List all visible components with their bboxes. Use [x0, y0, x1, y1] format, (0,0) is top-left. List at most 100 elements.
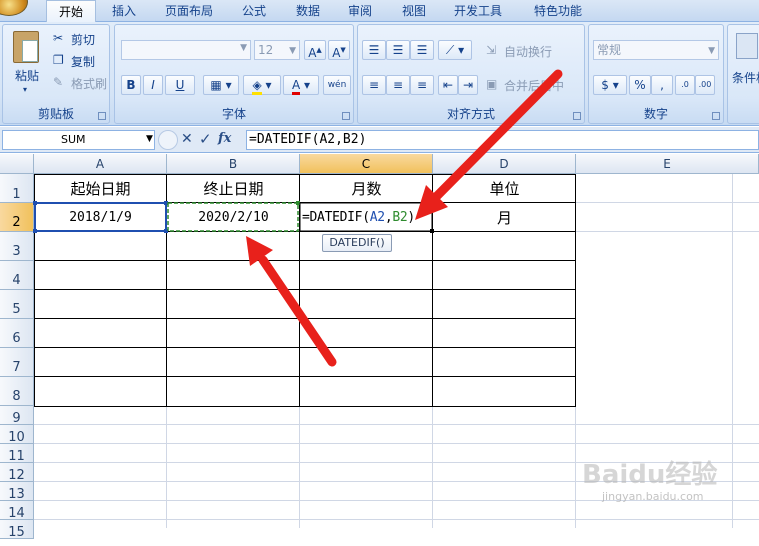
row-header-12[interactable]: 12 — [0, 463, 34, 483]
tab-special[interactable]: 特色功能 — [522, 0, 594, 22]
tab-developer[interactable]: 开发工具 — [443, 0, 513, 22]
function-tooltip[interactable]: DATEDIF() — [322, 234, 392, 252]
shrink-font-button[interactable]: A▼ — [328, 40, 350, 60]
paste-button[interactable]: 粘贴 — [15, 67, 39, 84]
copy-icon: ❐ — [53, 53, 64, 67]
select-all-corner[interactable] — [0, 154, 34, 174]
watermark-brand: Baidu经验 — [582, 460, 718, 490]
row-header-2[interactable]: 2 — [0, 203, 34, 232]
borders-button[interactable]: ▦ ▾ — [203, 75, 239, 95]
tab-page-layout[interactable]: 页面布局 — [152, 0, 226, 22]
row-header-4[interactable]: 4 — [0, 261, 34, 290]
font-size-select[interactable]: 12 ▼ — [254, 40, 300, 60]
name-box[interactable]: SUM — [2, 130, 155, 150]
insert-function-icon[interactable]: fx — [218, 131, 231, 146]
alignment-launcher-icon[interactable] — [573, 112, 581, 120]
paste-icon — [13, 31, 39, 63]
column-header-d[interactable]: D — [433, 154, 576, 174]
cancel-icon[interactable]: ✕ — [181, 131, 193, 147]
orientation-button[interactable]: ⟋ ▾ — [438, 40, 472, 60]
italic-button[interactable]: I — [143, 75, 163, 95]
increase-indent-button[interactable]: ⇥ — [458, 75, 478, 95]
align-right-button[interactable]: ≡ — [410, 75, 434, 95]
tab-review[interactable]: 审阅 — [336, 0, 384, 22]
row-header-11[interactable]: 11 — [0, 444, 34, 464]
paste-dropdown-icon[interactable]: ▾ — [23, 85, 27, 94]
row-header-14[interactable]: 14 — [0, 501, 34, 521]
cell-a2[interactable]: 2018/1/9 — [34, 205, 167, 231]
align-bottom-button[interactable]: ☰ — [410, 40, 434, 60]
number-format-select[interactable]: 常规 ▼ — [593, 40, 719, 60]
font-group: ▼ 12 ▼ A▲ A▼ B I U ▦ ▾ ◈ ▾ A ▾ wén 字体 — [114, 24, 354, 124]
fill-color-button[interactable]: ◈ ▾ — [243, 75, 281, 95]
cell-d1[interactable]: 单位 — [433, 176, 576, 202]
cell-a1[interactable]: 起始日期 — [34, 176, 167, 202]
grow-font-button[interactable]: A▲ — [304, 40, 326, 60]
cut-button[interactable]: 剪切 — [71, 31, 95, 48]
row-header-8[interactable]: 8 — [0, 377, 34, 406]
row-header-15[interactable]: 15 — [0, 520, 34, 540]
decrease-decimal-button[interactable]: .00 — [695, 75, 715, 95]
align-center-button[interactable]: ≡ — [386, 75, 410, 95]
row-header-7[interactable]: 7 — [0, 348, 34, 377]
format-painter-button[interactable]: 格式刷 — [71, 75, 107, 92]
wrap-text-button[interactable]: 自动换行 — [504, 43, 552, 60]
font-color-icon: A — [291, 78, 301, 95]
number-format-value: 常规 — [597, 43, 622, 57]
cell-c1[interactable]: 月数 — [300, 176, 433, 202]
currency-button[interactable]: $ ▾ — [593, 75, 627, 95]
column-header-a[interactable]: A — [34, 154, 167, 174]
decrease-indent-button[interactable]: ⇤ — [438, 75, 458, 95]
row-header-9[interactable]: 9 — [0, 406, 34, 426]
column-header-e[interactable]: E — [576, 154, 759, 174]
row-header-6[interactable]: 6 — [0, 319, 34, 348]
office-button[interactable] — [0, 0, 28, 16]
align-top-button[interactable]: ☰ — [362, 40, 386, 60]
cell-b2[interactable]: 2020/2/10 — [167, 205, 300, 231]
row-header-10[interactable]: 10 — [0, 425, 34, 445]
align-left-button[interactable]: ≡ — [362, 75, 386, 95]
column-header-b[interactable]: B — [167, 154, 300, 174]
comma-button[interactable]: , — [651, 75, 673, 95]
fill-color-icon: ◈ — [252, 78, 262, 95]
clipboard-launcher-icon[interactable] — [98, 112, 106, 120]
row-header-1[interactable]: 1 — [0, 174, 34, 203]
bold-button[interactable]: B — [121, 75, 141, 95]
number-format-dropdown-icon: ▼ — [708, 46, 715, 56]
conditional-format-button[interactable]: 条件格 — [732, 69, 759, 86]
font-color-button[interactable]: A ▾ — [283, 75, 319, 95]
merge-center-button[interactable]: 合并后居中 — [504, 77, 564, 94]
formula-ref-b2: B2 — [392, 210, 408, 225]
formula-input[interactable]: =DATEDIF(A2,B2) — [246, 130, 759, 150]
tab-view[interactable]: 视图 — [390, 0, 438, 22]
cell-d2[interactable]: 月 — [433, 205, 576, 231]
percent-button[interactable]: % — [629, 75, 651, 95]
gridline — [34, 424, 759, 425]
name-box-dropdown-icon[interactable]: ▼ — [146, 134, 153, 144]
gridline — [34, 443, 759, 444]
cell-c2[interactable]: =DATEDIF(A2,B2) — [302, 205, 432, 231]
tab-formulas[interactable]: 公式 — [230, 0, 278, 22]
font-launcher-icon[interactable] — [342, 112, 350, 120]
tab-home[interactable]: 开始 — [46, 0, 96, 22]
row-header-5[interactable]: 5 — [0, 290, 34, 319]
tab-insert[interactable]: 插入 — [100, 0, 148, 22]
font-size-value: 12 — [258, 43, 274, 57]
tab-data[interactable]: 数据 — [284, 0, 332, 22]
gridline — [576, 202, 759, 203]
align-middle-button[interactable]: ☰ — [386, 40, 410, 60]
font-name-select[interactable]: ▼ — [121, 40, 251, 60]
number-label: 数字 — [643, 107, 668, 121]
row-header-3[interactable]: 3 — [0, 232, 34, 261]
enter-icon[interactable]: ✓ — [199, 130, 212, 148]
phonetic-button[interactable]: wén — [323, 75, 351, 95]
increase-decimal-button[interactable]: .0 — [675, 75, 695, 95]
cell-b1[interactable]: 终止日期 — [167, 176, 300, 202]
row-header-13[interactable]: 13 — [0, 482, 34, 502]
column-header-c[interactable]: C — [300, 154, 433, 174]
underline-button[interactable]: U — [165, 75, 195, 95]
copy-button[interactable]: 复制 — [71, 53, 95, 70]
clipboard-label: 剪贴板 — [37, 107, 74, 121]
number-launcher-icon[interactable] — [712, 112, 720, 120]
font-size-dropdown-icon: ▼ — [289, 46, 296, 56]
